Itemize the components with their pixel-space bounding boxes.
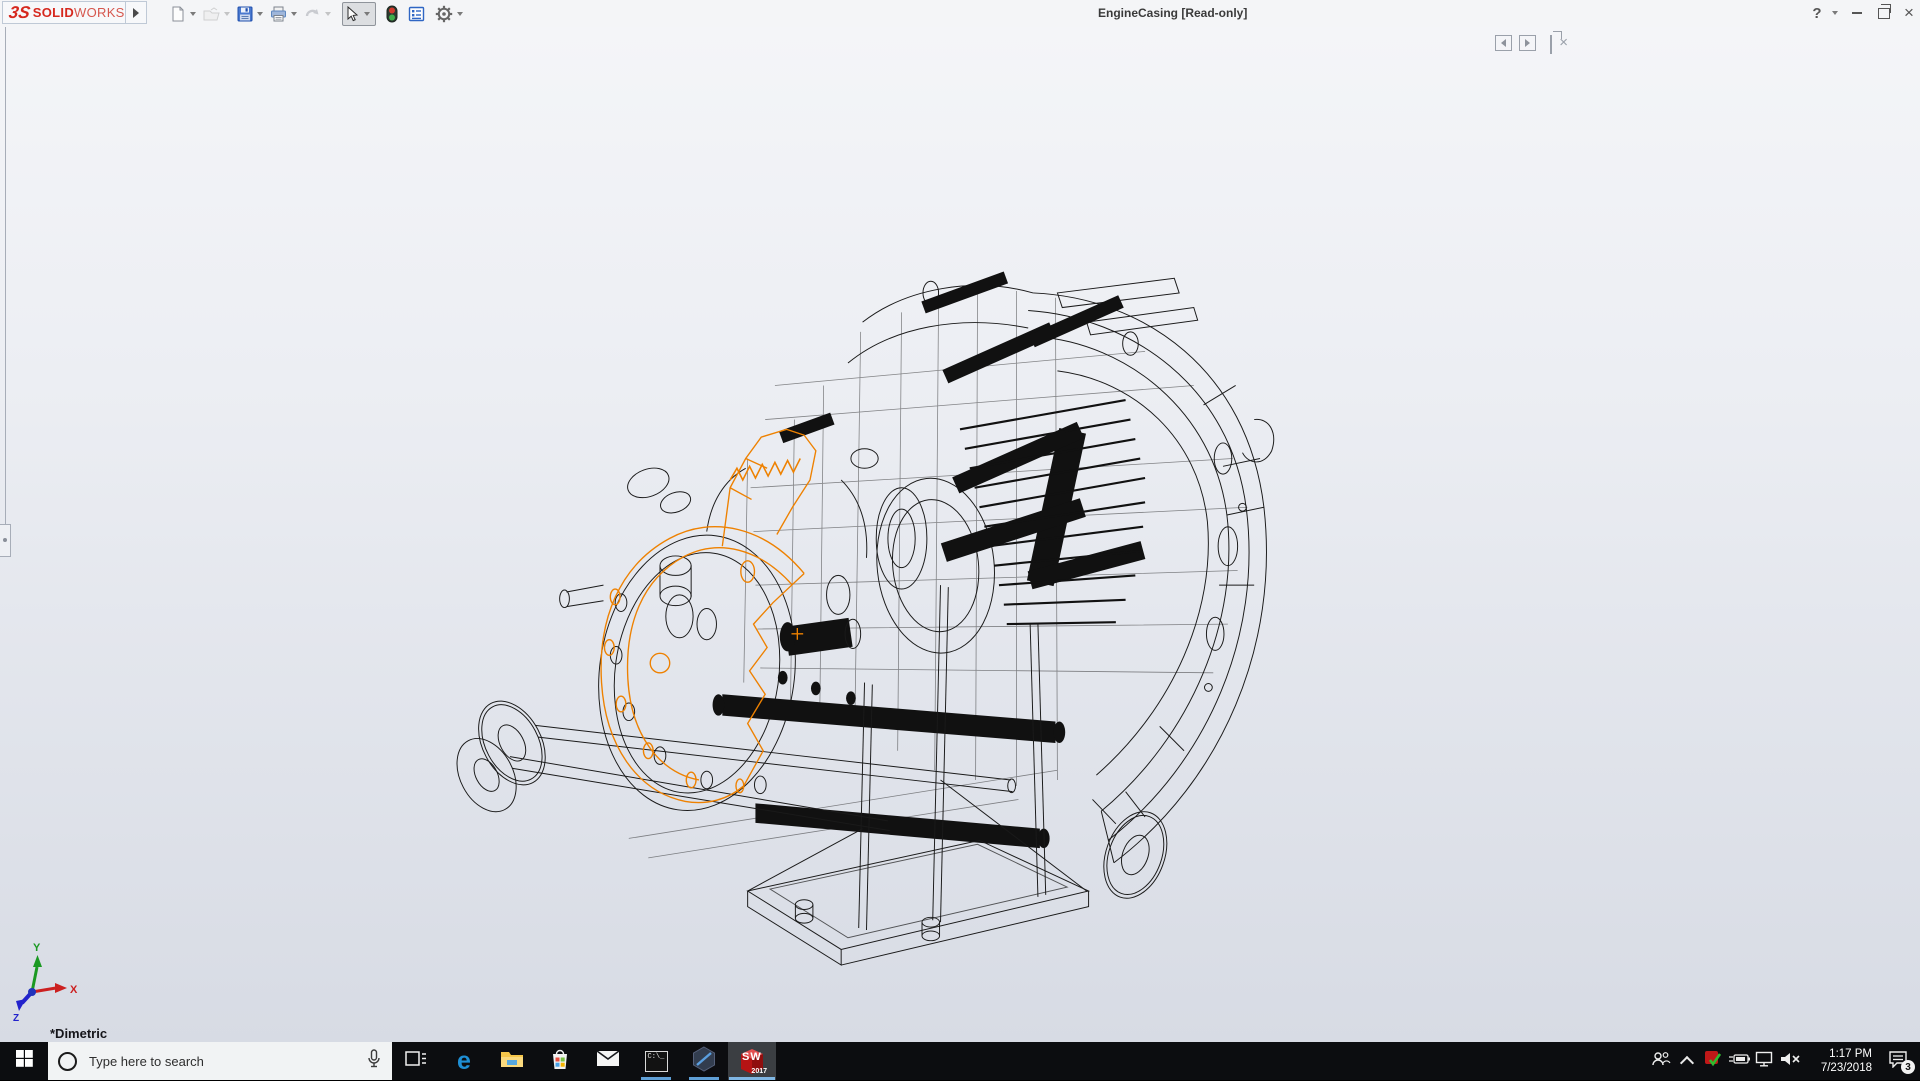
restore-icon [1878,8,1890,19]
microphone-icon [366,1049,382,1074]
tray-overflow-button[interactable] [1674,1042,1700,1080]
mail-icon [596,1050,620,1072]
dense-hardware-cluster [713,272,1146,849]
people-button[interactable] [1648,1042,1674,1080]
z-axis-label: Z [13,1013,19,1024]
engine-model-wireframe[interactable] [445,272,1274,966]
model-canvas[interactable] [0,27,1920,1042]
print-button[interactable] [268,3,289,25]
x-axis-arrow-icon [55,983,67,993]
x-axis-label: X [70,984,78,996]
task-view-button[interactable] [392,1042,440,1080]
close-icon: × [1904,3,1914,23]
solidworks-app-button[interactable]: SW 2017 [728,1042,776,1080]
y-axis-label: Y [33,942,41,954]
clock-date: 7/23/2018 [1821,1061,1872,1075]
notification-badge: 3 [1901,1060,1915,1074]
brand-works-text: WORKS [74,5,125,20]
flyout-arrow-icon [133,8,139,18]
restore-button[interactable] [1872,3,1896,23]
undo-button[interactable] [302,3,323,25]
graphics-viewport[interactable]: × [0,27,1920,1042]
new-dropdown-caret[interactable] [190,12,196,16]
taskbar-empty-space [776,1042,1648,1080]
taskbar-clock[interactable]: 1:17 PM 7/23/2018 [1804,1042,1876,1080]
solidworks-monitor-tray[interactable] [1700,1042,1726,1080]
new-document-icon [170,6,186,22]
start-button[interactable] [0,1042,48,1080]
volume-muted-icon [1780,1051,1802,1072]
help-icon: ? [1812,5,1821,22]
edge-browser-button[interactable]: e [440,1042,488,1080]
chevron-up-icon [1680,1056,1694,1070]
options-dropdown-caret[interactable] [457,12,463,16]
close-button[interactable]: × [1898,3,1920,23]
volume-tray[interactable] [1778,1042,1804,1080]
windows-logo-icon [16,1050,33,1072]
orientation-triad: Y X Z [8,937,98,1032]
hexagon-app-icon [691,1046,717,1077]
windows-taskbar: Type here to search e C:\_ SW 2017 [0,1042,1920,1080]
undo-dropdown-caret[interactable] [325,12,331,16]
task-view-icon [405,1048,427,1075]
selected-component-highlight[interactable] [601,429,816,802]
command-prompt-button[interactable]: C:\_ [632,1042,680,1080]
store-icon [549,1047,571,1076]
print-dropdown-caret[interactable] [291,12,297,16]
new-document-button[interactable] [168,3,188,25]
search-placeholder-text: Type here to search [89,1054,366,1069]
help-dropdown-caret[interactable] [1832,11,1838,15]
brand-solid-text: SOLID [33,5,74,20]
traffic-light-icon [386,5,398,23]
file-explorer-button[interactable] [488,1042,536,1080]
view-orientation-label: *Dimetric [50,1026,107,1041]
command-prompt-icon: C:\_ [645,1051,668,1072]
clock-time: 1:17 PM [1829,1047,1872,1061]
network-icon [1755,1051,1775,1072]
y-axis-arrow-icon [33,955,42,967]
open-folder-icon [203,6,220,22]
network-tray[interactable] [1752,1042,1778,1080]
printer-icon [270,6,287,22]
file-explorer-icon [500,1049,524,1074]
mail-button[interactable] [584,1042,632,1080]
minimize-icon [1852,12,1862,14]
select-dropdown-caret[interactable] [364,12,370,16]
gear-icon [435,5,453,23]
options-button[interactable] [433,3,455,25]
file-properties-icon [408,6,425,22]
edge-icon: e [457,1049,471,1073]
main-toolbar [168,2,468,25]
save-dropdown-caret[interactable] [257,12,263,16]
microsoft-store-button[interactable] [536,1042,584,1080]
open-dropdown-caret[interactable] [224,12,230,16]
titlebar: 3S SOLIDWORKS [0,0,1920,28]
save-button[interactable] [235,3,255,25]
menu-flyout-button[interactable] [126,1,147,24]
select-tool-button[interactable] [342,2,376,26]
help-button[interactable]: ? [1806,3,1828,23]
battery-plug-icon [1728,1052,1750,1071]
solidworks-logo-icon: 3S [7,3,31,23]
save-floppy-icon [237,6,253,22]
z-axis-arrow-icon [16,999,26,1011]
solidworks-monitor-icon [1704,1050,1722,1073]
solidworks-logo[interactable]: 3S SOLIDWORKS [2,1,126,24]
action-center-button[interactable]: 3 [1876,1042,1920,1080]
undo-arrow-icon [304,6,321,22]
window-title: EngineCasing [Read-only] [1098,6,1247,20]
solidworks-2017-icon: SW 2017 [737,1046,767,1076]
file-properties-button[interactable] [406,3,427,25]
select-cursor-icon [343,3,362,25]
cortana-icon [58,1052,77,1071]
rebuild-button[interactable] [384,3,400,25]
minimize-button[interactable] [1845,3,1869,23]
composer-app-button[interactable] [680,1042,728,1080]
power-tray[interactable] [1726,1042,1752,1080]
taskbar-search-input[interactable]: Type here to search [48,1042,392,1080]
people-icon [1651,1051,1671,1072]
open-document-button[interactable] [201,3,222,25]
